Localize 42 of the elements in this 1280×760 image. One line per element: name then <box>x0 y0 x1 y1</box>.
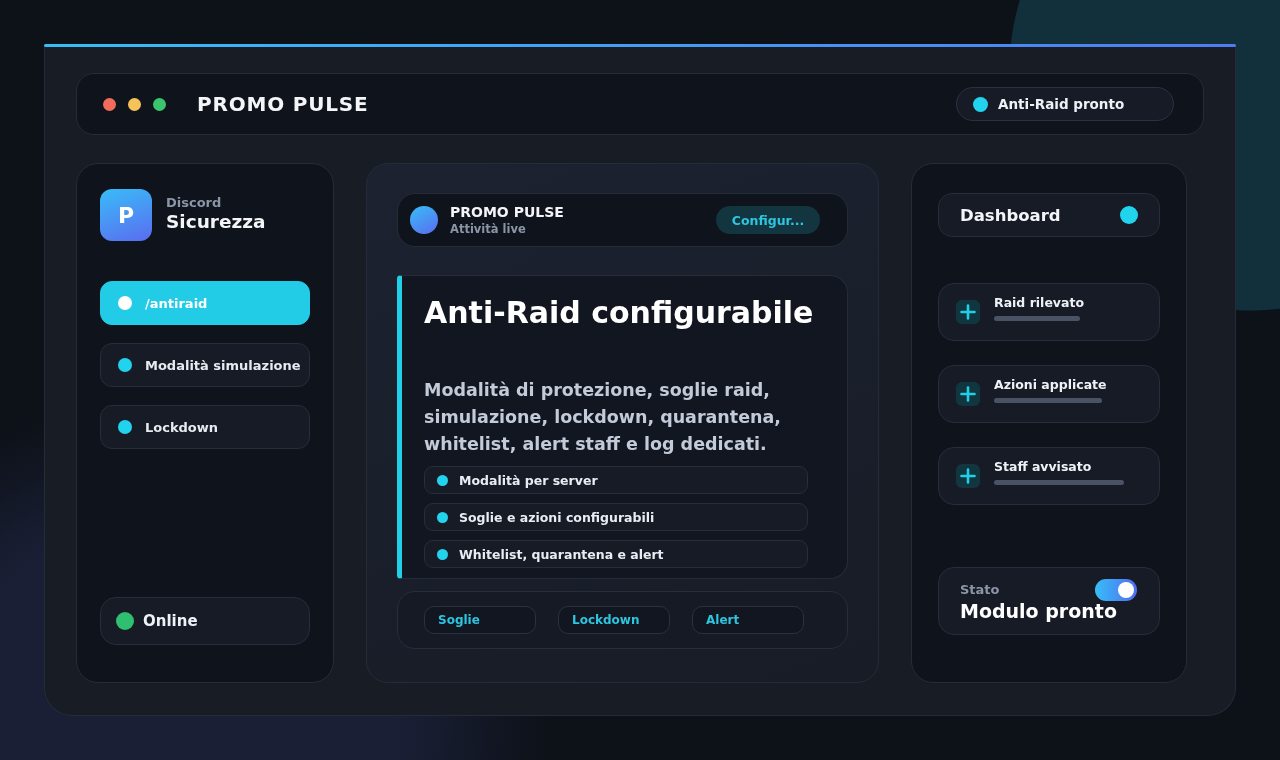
event-title: Raid rilevato <box>994 295 1084 310</box>
shortcut-chip[interactable]: Alert <box>692 606 804 634</box>
event-title: Staff avvisato <box>994 459 1093 474</box>
toggle-switch[interactable] <box>1095 578 1137 601</box>
hero-description: Modalità di protezione, soglie raid, simulazione, lockdown, quarantena, whitelist, alert staff e log dedicati. <box>424 379 782 456</box>
status-text: Online <box>143 612 198 630</box>
activity-subtitle: Attività live <box>450 222 527 236</box>
status-dot-icon <box>973 96 988 112</box>
hero-title: Anti-Raid configurabile <box>424 294 815 332</box>
nav-item[interactable]: Modalità simulazione <box>100 343 310 387</box>
plus-icon <box>956 382 980 406</box>
shortcut-chip[interactable]: Lockdown <box>558 606 670 634</box>
status-label: Anti-Raid pronto <box>998 96 1125 112</box>
bullet-icon <box>437 474 448 486</box>
app-title: PROMO PULSE <box>197 92 369 116</box>
dashboard-button[interactable]: Dashboard <box>938 193 1160 237</box>
feature-text: Modalità per server <box>459 472 598 488</box>
status-dot-icon <box>116 612 134 630</box>
feature-text: Soglie e azioni configurabili <box>459 509 655 525</box>
plus-icon <box>956 464 980 488</box>
window-dot-icon[interactable] <box>103 97 116 111</box>
dot-icon <box>118 420 132 434</box>
nav-item[interactable]: Lockdown <box>100 405 310 449</box>
status-caption: Stato <box>960 582 1000 597</box>
dot-icon <box>118 358 132 372</box>
brand-subtitle: Discord <box>166 194 223 210</box>
dot-icon <box>118 296 132 310</box>
bullet-icon <box>437 511 448 523</box>
window-dot-icon[interactable] <box>128 97 141 111</box>
app-logo: P <box>100 189 152 241</box>
activity-title: PROMO PULSE <box>450 204 564 220</box>
status-value: Modulo pronto <box>960 599 1118 622</box>
event-title: Azioni applicate <box>994 377 1107 392</box>
plus-icon <box>956 300 980 324</box>
brand-title: Sicurezza <box>166 210 266 232</box>
avatar-icon <box>410 206 438 234</box>
feature-text: Whitelist, quarantena e alert <box>459 546 664 562</box>
bullet-icon <box>437 548 448 560</box>
configure-button[interactable]: Configur... <box>716 206 820 234</box>
shortcut-chip[interactable]: Soglie <box>424 606 536 634</box>
window-dot-icon[interactable] <box>153 97 166 111</box>
status-dot-icon <box>1120 206 1138 224</box>
